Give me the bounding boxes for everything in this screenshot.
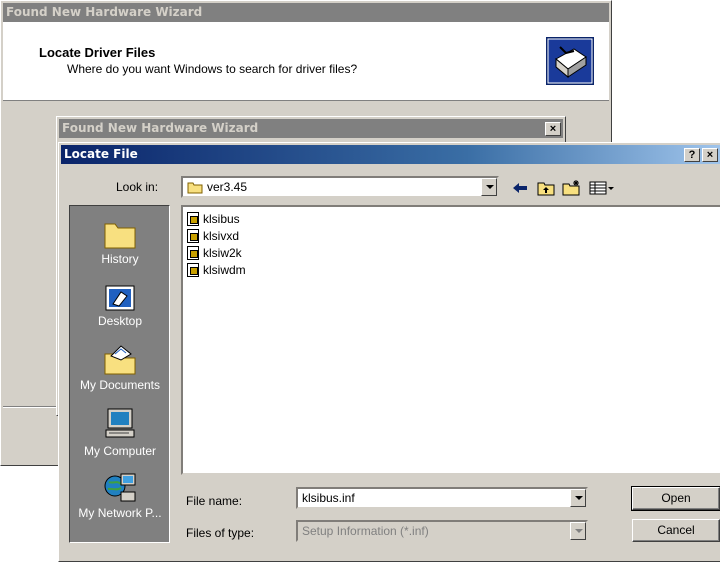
desktop-icon: [103, 282, 137, 314]
look-in-dropdown-button[interactable]: [481, 178, 497, 196]
open-button[interactable]: Open: [631, 486, 720, 511]
view-menu-icon[interactable]: [589, 180, 615, 196]
file-name-combobox[interactable]: klsibus.inf: [296, 487, 588, 509]
file-name-text: klsivxd: [203, 229, 240, 243]
my-computer-icon: [103, 406, 137, 440]
files-of-type-combobox[interactable]: Setup Information (*.inf): [296, 520, 588, 542]
file-name-text: klsiw2k: [203, 246, 242, 260]
wizard-header-panel: Locate Driver Files Where do you want Wi…: [3, 22, 609, 101]
look-in-value: ver3.45: [207, 180, 248, 194]
network-places-icon: [103, 470, 137, 504]
locate-file-titlebar[interactable]: Locate File: [61, 145, 720, 164]
folder-icon: [187, 181, 203, 194]
file-name-dropdown-button[interactable]: [570, 489, 586, 507]
look-in-combobox[interactable]: ver3.45: [181, 176, 499, 198]
locate-file-dialog: Locate File ? × Look in: ver3.45 History: [58, 142, 720, 562]
list-item[interactable]: klsiwdm: [187, 262, 246, 278]
back-arrow-icon[interactable]: [511, 180, 529, 196]
places-bar: History Desktop My Documents My Computer…: [69, 205, 170, 543]
look-in-label: Look in:: [116, 180, 159, 194]
background-wizard-titlebar[interactable]: Found New Hardware Wizard: [3, 3, 609, 22]
places-desktop[interactable]: Desktop: [70, 282, 170, 328]
setup-info-file-icon: [187, 229, 199, 243]
help-button[interactable]: ?: [684, 148, 700, 162]
hardware-wizard-icon: [546, 37, 594, 85]
list-item[interactable]: klsibus: [187, 211, 240, 227]
list-item[interactable]: klsivxd: [187, 228, 239, 244]
places-network[interactable]: My Network P...: [70, 470, 170, 520]
places-history-label: History: [101, 252, 139, 266]
file-name-text: klsiwdm: [203, 263, 246, 277]
setup-info-file-icon: [187, 263, 199, 277]
file-name-value: klsibus.inf: [302, 491, 355, 505]
wizard-heading: Locate Driver Files: [39, 45, 156, 60]
wizard-subheading: Where do you want Windows to search for …: [67, 62, 358, 76]
setup-info-file-icon: [187, 212, 199, 226]
places-network-label: My Network P...: [78, 506, 162, 520]
middle-wizard-titlebar[interactable]: Found New Hardware Wizard: [59, 119, 563, 138]
my-documents-icon: [103, 344, 137, 376]
list-item[interactable]: klsiw2k: [187, 245, 242, 261]
history-folder-icon: [103, 218, 137, 250]
files-of-type-dropdown-button[interactable]: [570, 522, 586, 540]
places-my-documents[interactable]: My Documents: [70, 344, 170, 392]
up-one-level-icon[interactable]: [537, 180, 555, 196]
files-of-type-value: Setup Information (*.inf): [302, 524, 429, 538]
places-my-computer-label: My Computer: [83, 444, 157, 458]
places-history[interactable]: History: [70, 218, 170, 266]
file-name-label: File name:: [186, 494, 243, 508]
file-list[interactable]: klsibus klsivxd klsiw2k klsiwdm: [181, 205, 720, 475]
new-folder-icon[interactable]: [562, 179, 582, 196]
middle-wizard-close-button[interactable]: ×: [545, 122, 561, 136]
files-of-type-label: Files of type:: [186, 526, 255, 540]
places-my-documents-label: My Documents: [79, 378, 161, 392]
locate-close-button[interactable]: ×: [702, 148, 718, 162]
places-desktop-label: Desktop: [97, 314, 143, 328]
setup-info-file-icon: [187, 246, 199, 260]
file-name-text: klsibus: [203, 212, 240, 226]
cancel-button[interactable]: Cancel: [632, 519, 720, 542]
places-my-computer[interactable]: My Computer: [70, 406, 170, 458]
